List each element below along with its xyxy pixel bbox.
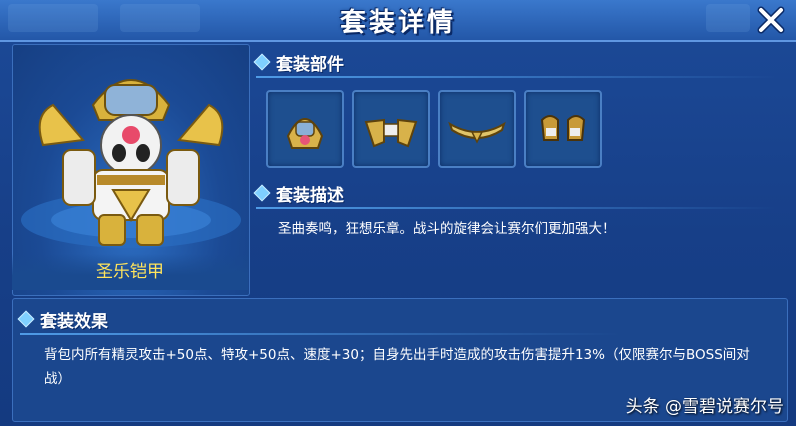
parts-heading-label: 套装部件	[276, 54, 344, 75]
close-icon	[757, 6, 785, 34]
diamond-bullet-icon	[253, 184, 271, 202]
suit-name: 圣乐铠甲	[12, 254, 248, 290]
section-divider	[20, 333, 620, 335]
suit-detail-dialog: 套装详情 圣乐铠甲 套装部件 套装描述 圣曲奏鸣，狂想乐章。战斗的旋律会让赛尔们…	[0, 0, 796, 426]
section-divider	[256, 76, 776, 78]
description-heading-label: 套装描述	[276, 185, 344, 206]
effect-section-heading: 套装效果	[17, 306, 108, 332]
suit-part-gauntlet[interactable]	[524, 90, 602, 168]
dialog-header: 套装详情	[0, 0, 796, 42]
parts-section-heading: 套装部件	[253, 49, 344, 75]
diamond-bullet-icon	[253, 53, 271, 71]
section-divider	[256, 207, 776, 209]
diamond-bullet-icon	[17, 310, 35, 328]
suit-effect-text: 背包内所有精灵攻击+50点、特攻+50点、速度+30；自身先出手时造成的攻击伤害…	[44, 347, 750, 387]
suit-part-belt[interactable]	[438, 90, 516, 168]
dialog-title: 套装详情	[339, 8, 456, 38]
description-section-heading: 套装描述	[253, 180, 344, 206]
watermark: 头条 @雪碧说赛尔号	[625, 397, 784, 417]
helmet-icon	[286, 118, 324, 149]
suit-part-helmet[interactable]	[266, 90, 344, 168]
shoulder-armor-icon	[364, 118, 418, 148]
close-button[interactable]	[756, 5, 786, 35]
belt-icon	[448, 121, 506, 144]
gauntlet-icon	[540, 115, 586, 141]
suit-part-shoulder[interactable]	[352, 90, 430, 168]
suit-description: 圣曲奏鸣，狂想乐章。战斗的旋律会让赛尔们更加强大！	[278, 221, 616, 237]
effect-heading-label: 套装效果	[40, 311, 108, 332]
